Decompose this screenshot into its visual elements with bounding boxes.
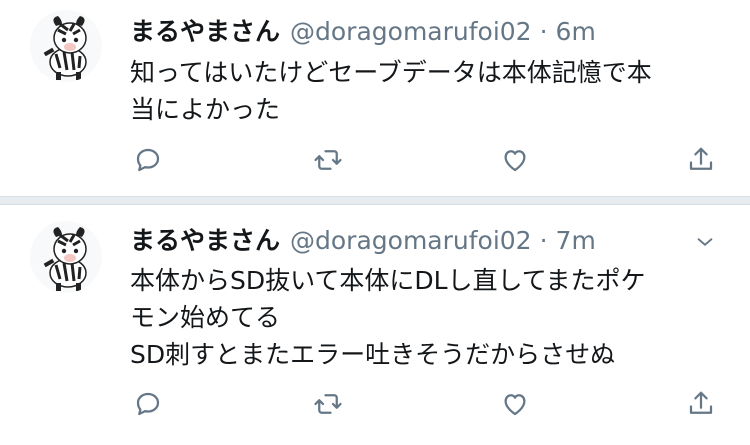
tweet[interactable]: まるやまさん @doragomarufoi02 · 6m 知ってはいたけどセーブデータ… (0, 0, 750, 196)
reply-icon (136, 392, 160, 416)
avatar[interactable] (30, 221, 102, 293)
tweet-text-line: 本体からSD抜いて本体にDLし直してまたポケ (130, 266, 646, 295)
retweet-button[interactable] (312, 144, 344, 176)
separator: · (539, 17, 548, 46)
reply-button[interactable] (132, 144, 164, 176)
handle[interactable]: @doragomarufoi02 (290, 226, 532, 255)
zebra-avatar-icon (43, 227, 87, 291)
tweet-text-line: 当によかった (130, 95, 281, 124)
timestamp[interactable]: 6m (556, 17, 596, 46)
tweet-text-line: モン始めてる (130, 303, 281, 332)
tweet-menu-button[interactable] (694, 231, 716, 253)
tweet-actions (130, 388, 730, 420)
tweet-header: まるやまさん @doragomarufoi02 · 7m (130, 223, 596, 259)
like-button[interactable] (499, 144, 531, 176)
chevron-down-icon (697, 238, 713, 246)
tweet[interactable]: まるやまさん @doragomarufoi02 · 7m 本体からSD抜いて本体にDL… (0, 205, 750, 445)
tweet-text-line: SD刺すとまたエラー吐きそうだからさせぬ (130, 340, 616, 369)
like-icon (504, 394, 526, 416)
timestamp[interactable]: 7m (556, 226, 596, 255)
zebra-avatar-icon (43, 16, 87, 80)
tweet-actions (130, 144, 730, 176)
separator: · (539, 226, 548, 255)
reply-icon (136, 148, 160, 172)
share-button[interactable] (685, 388, 717, 420)
display-name[interactable]: まるやまさん (130, 17, 280, 46)
avatar[interactable] (30, 10, 102, 82)
display-name[interactable]: まるやまさん (130, 226, 280, 255)
share-button[interactable] (685, 144, 717, 176)
reply-button[interactable] (132, 388, 164, 420)
handle[interactable]: @doragomarufoi02 (290, 17, 532, 46)
share-icon (689, 147, 713, 170)
like-icon (504, 150, 526, 172)
share-icon (689, 391, 713, 414)
tweet-header: まるやまさん @doragomarufoi02 · 6m (130, 14, 596, 50)
retweet-icon (314, 150, 342, 170)
tweet-divider (0, 196, 750, 205)
tweet-text: 知ってはいたけどセーブデータは本体記憶で本 当によかった (130, 54, 730, 128)
retweet-button[interactable] (312, 388, 344, 420)
like-button[interactable] (499, 388, 531, 420)
retweet-icon (314, 394, 342, 414)
tweet-text-line: 知ってはいたけどセーブデータは本体記憶で本 (130, 58, 652, 87)
tweet-text: 本体からSD抜いて本体にDLし直してまたポケ モン始めてる SD刺すとまたエラー… (130, 262, 730, 373)
